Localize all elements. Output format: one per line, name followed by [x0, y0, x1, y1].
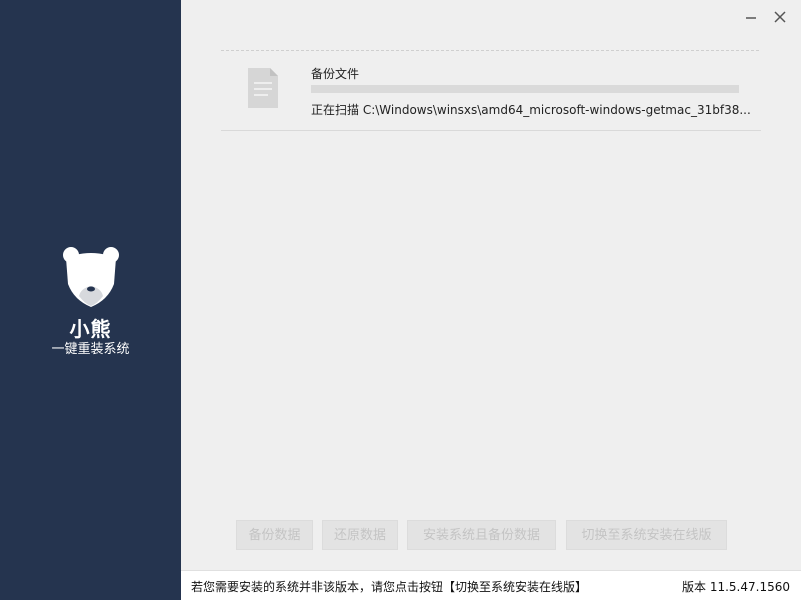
task-title: 备份文件	[311, 67, 360, 81]
bear-logo-icon	[63, 247, 119, 307]
close-icon[interactable]	[771, 8, 789, 26]
task-status: 正在扫描 C:\Windows\winsxs\amd64_microsoft-w…	[311, 103, 751, 117]
progress-bar	[311, 85, 739, 93]
brand-subtitle: 一键重装系统	[51, 342, 130, 357]
divider	[221, 50, 759, 51]
footer: 若您需要安装的系统并非该版本，请您点击按钮【切换至系统安装在线版】 版本 11.…	[181, 570, 801, 600]
switch-online-button[interactable]: 切换至系统安装在线版	[566, 520, 727, 550]
minimize-icon[interactable]	[742, 8, 760, 26]
install-and-backup-button[interactable]: 安装系统且备份数据	[407, 520, 556, 550]
restore-data-button[interactable]: 还原数据	[322, 520, 398, 550]
version-label: 版本 11.5.47.1560	[682, 580, 790, 594]
main-panel: 备份文件 正在扫描 C:\Windows\winsxs\amd64_micros…	[181, 0, 801, 600]
backup-data-button[interactable]: 备份数据	[236, 520, 313, 550]
task-row: 备份文件 正在扫描 C:\Windows\winsxs\amd64_micros…	[221, 52, 761, 131]
footer-notice: 若您需要安装的系统并非该版本，请您点击按钮【切换至系统安装在线版】	[191, 580, 588, 594]
sidebar: 小熊 一键重装系统	[0, 0, 181, 600]
document-icon	[248, 68, 278, 108]
